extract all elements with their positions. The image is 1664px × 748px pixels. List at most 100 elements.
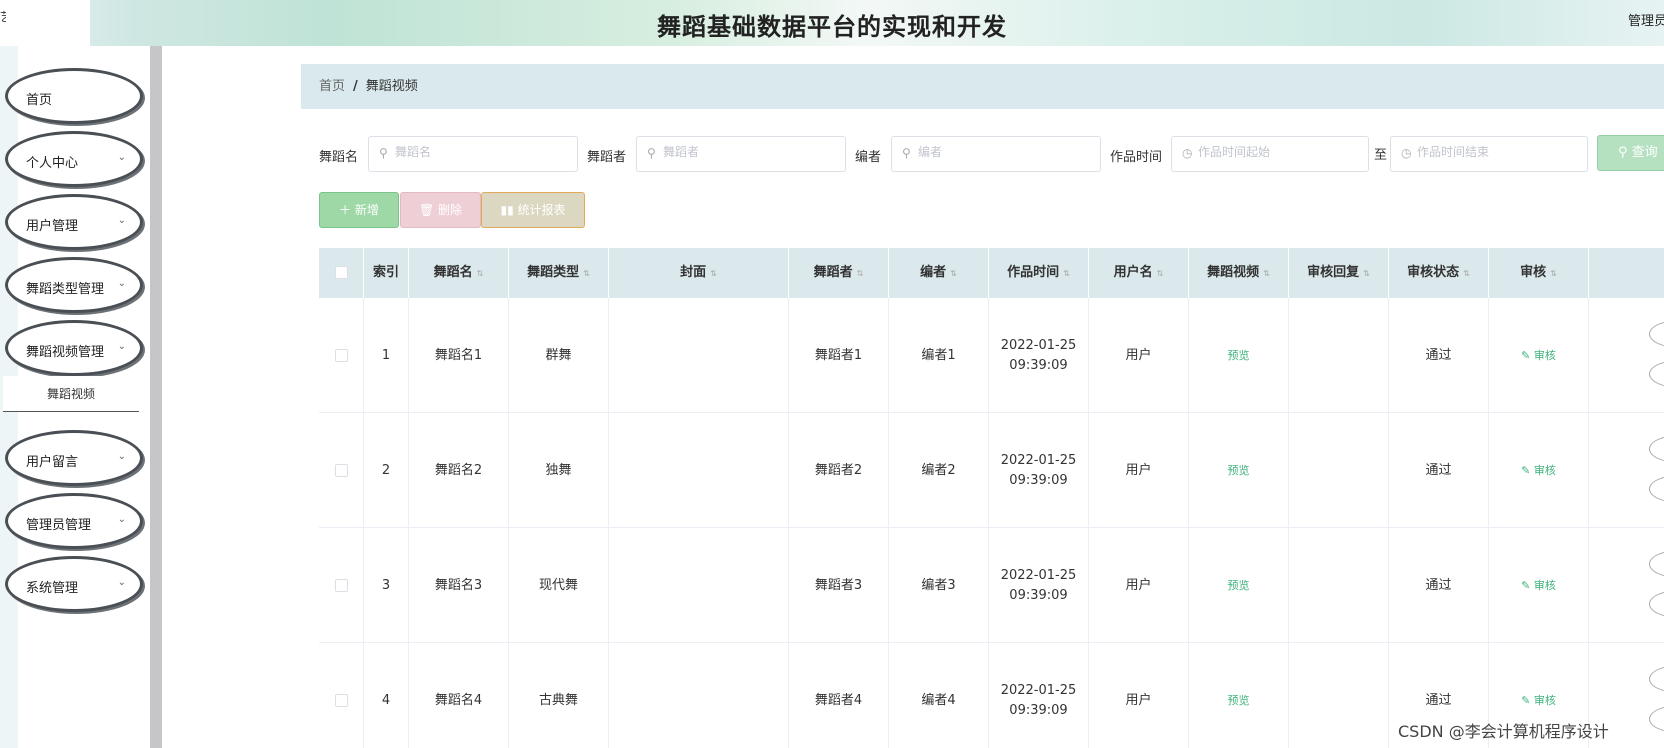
column-header-label: 编者 <box>920 265 947 280</box>
breadcrumb: 首页 / 舞蹈视频 <box>301 64 1664 109</box>
row-action-button[interactable] <box>1649 360 1664 388</box>
date-start-field[interactable] <box>1198 145 1358 159</box>
audit-link[interactable]: ✎ 审核 <box>1521 576 1556 596</box>
row-checkbox[interactable] <box>334 349 348 362</box>
column-header-label: 索引 <box>372 265 399 280</box>
report-button[interactable]: ▮▮ 统计报表 <box>481 192 585 228</box>
audit-link[interactable]: ✎ 审核 <box>1521 691 1556 711</box>
sidebar-item-system[interactable]: 系统管理 ⌄ <box>5 556 143 612</box>
column-header[interactable]: 用户名 ⇅ <box>1089 248 1189 298</box>
table-cell <box>1289 298 1389 413</box>
sidebar-item-dance-videos[interactable]: 舞蹈视频管理 ⌄ <box>5 320 143 376</box>
search-field-dancer[interactable] <box>663 145 823 159</box>
preview-link[interactable]: 预览 <box>1228 346 1250 366</box>
search-field-editor[interactable] <box>918 145 1078 159</box>
sort-icon[interactable]: ⇅ <box>1463 269 1470 278</box>
table-cell: 用户 <box>1089 528 1189 643</box>
table-cell: 4 <box>364 643 409 748</box>
sidebar-item-label: 首页 <box>26 93 53 108</box>
select-all-checkbox[interactable] <box>334 266 348 279</box>
select-all-header[interactable] <box>319 248 364 298</box>
search-field-name[interactable] <box>395 145 555 159</box>
cell-status: 通过 <box>1425 347 1452 363</box>
watermark: CSDN @李会计算机程序设计 <box>1398 722 1609 741</box>
row-checkbox[interactable] <box>334 579 348 592</box>
column-header[interactable]: 舞蹈者 ⇅ <box>789 248 889 298</box>
cell-name: 舞蹈名1 <box>434 347 483 363</box>
search-label-dancer: 舞蹈者 <box>587 150 627 165</box>
work-time: 09:39:09 <box>1009 702 1068 718</box>
sidebar-item-profile[interactable]: 个人中心 ⌄ <box>5 131 143 187</box>
row-action-button[interactable] <box>1649 475 1664 503</box>
column-header[interactable]: 审核 ⇅ <box>1489 248 1589 298</box>
date-picker-start[interactable]: ◷ <box>1171 136 1369 172</box>
column-header-label: 舞蹈类型 <box>527 265 580 280</box>
clock-icon: ◷ <box>1401 146 1412 160</box>
breadcrumb-home[interactable]: 首页 <box>319 79 345 94</box>
audit-link[interactable]: ✎ 审核 <box>1521 346 1556 366</box>
row-checkbox[interactable] <box>334 694 348 707</box>
column-header[interactable]: 审核状态 ⇅ <box>1389 248 1489 298</box>
user-menu[interactable]: 管理员 <box>1628 10 1664 29</box>
row-checkbox[interactable] <box>334 464 348 477</box>
date-end-field[interactable] <box>1417 145 1577 159</box>
sort-icon[interactable]: ⇅ <box>857 269 864 278</box>
add-button[interactable]: ＋ 新增 <box>319 192 399 228</box>
row-action-button[interactable] <box>1649 550 1664 578</box>
preview-link[interactable]: 预览 <box>1228 576 1250 596</box>
date-picker-end[interactable]: ◷ <box>1390 136 1588 172</box>
submenu-item-dance-video[interactable]: 舞蹈视频 <box>3 376 139 412</box>
column-header[interactable]: 索引 <box>364 248 409 298</box>
work-time: 09:39:09 <box>1009 472 1068 488</box>
preview-link[interactable]: 预览 <box>1228 461 1250 481</box>
sort-icon[interactable]: ⇅ <box>950 269 957 278</box>
search-input-name[interactable]: ⚲ <box>368 136 578 172</box>
row-action-button[interactable] <box>1649 705 1664 733</box>
row-action-button[interactable] <box>1649 665 1664 693</box>
column-header[interactable]: 舞蹈类型 ⇅ <box>509 248 609 298</box>
sort-icon[interactable]: ⇅ <box>477 269 484 278</box>
cell-user: 用户 <box>1125 692 1152 708</box>
row-action-button[interactable] <box>1649 435 1664 463</box>
table-cell: 编者4 <box>889 643 989 748</box>
column-header[interactable]: 舞蹈名 ⇅ <box>409 248 509 298</box>
search-input-editor[interactable]: ⚲ <box>891 136 1101 172</box>
sidebar-item-admins[interactable]: 管理员管理 ⌄ <box>5 493 143 549</box>
preview-link[interactable]: 预览 <box>1228 691 1250 711</box>
column-header[interactable]: 舞蹈视频 ⇅ <box>1189 248 1289 298</box>
sidebar-item-label: 用户留言 <box>26 455 79 470</box>
cell-status: 通过 <box>1425 462 1452 478</box>
table-cell: 2022-01-25 09:39:09 <box>989 643 1089 748</box>
search-button[interactable]: ⚲ 查询 <box>1597 135 1664 171</box>
edit-icon: ✎ <box>1521 578 1534 592</box>
sort-icon[interactable]: ⇅ <box>583 269 590 278</box>
row-action-button[interactable] <box>1649 320 1664 348</box>
sidebar-item-dance-types[interactable]: 舞蹈类型管理 ⌄ <box>5 257 143 313</box>
sort-icon[interactable]: ⇅ <box>1550 269 1557 278</box>
column-header[interactable]: 作品时间 ⇅ <box>989 248 1089 298</box>
sidebar-scrollbar[interactable] <box>150 46 162 748</box>
sort-icon[interactable]: ⇅ <box>1063 269 1070 278</box>
audit-link[interactable]: ✎ 审核 <box>1521 461 1556 481</box>
table-cell <box>609 528 789 643</box>
sidebar-item-label: 个人中心 <box>26 156 79 171</box>
search-input-dancer[interactable]: ⚲ <box>636 136 846 172</box>
table-cell: 舞蹈名2 <box>409 413 509 528</box>
row-action-button[interactable] <box>1649 590 1664 618</box>
column-header[interactable]: 封面 ⇅ <box>609 248 789 298</box>
column-header[interactable]: 编者 ⇅ <box>889 248 989 298</box>
table-cell: 编者2 <box>889 413 989 528</box>
sidebar-item-home[interactable]: 首页 <box>5 68 143 124</box>
column-header[interactable]: 审核回复 ⇅ <box>1289 248 1389 298</box>
sidebar-item-messages[interactable]: 用户留言 ⌄ <box>5 430 143 486</box>
sort-icon[interactable]: ⇅ <box>1263 269 1270 278</box>
sort-icon[interactable]: ⇅ <box>1363 269 1370 278</box>
cell-dancer: 舞蹈者2 <box>814 462 863 478</box>
sort-icon[interactable]: ⇅ <box>1157 269 1164 278</box>
cell-type: 独舞 <box>545 462 572 478</box>
cell-status: 通过 <box>1425 692 1452 708</box>
sidebar-item-users[interactable]: 用户管理 ⌄ <box>5 194 143 250</box>
delete-button[interactable]: 🗑 删除 <box>400 192 481 228</box>
table-cell <box>319 643 364 748</box>
sort-icon[interactable]: ⇅ <box>710 269 717 278</box>
